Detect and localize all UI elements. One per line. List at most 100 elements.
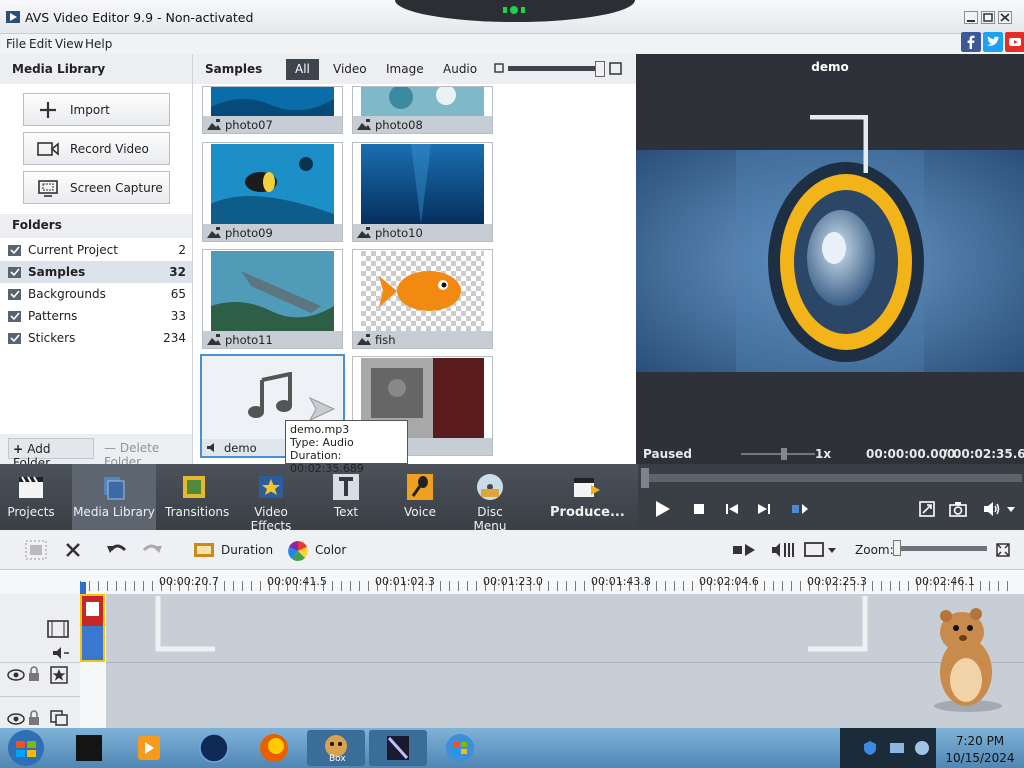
- fullscreen-icon[interactable]: [917, 499, 937, 519]
- undo-icon[interactable]: [105, 540, 129, 560]
- text-label: Text: [333, 505, 359, 519]
- effects-track-icon[interactable]: [50, 666, 68, 684]
- delete-folder-button[interactable]: — Delete Folder: [100, 438, 188, 469]
- lock-icon[interactable]: [27, 666, 41, 682]
- timeline-zoom-thumb[interactable]: [893, 540, 901, 556]
- menu-help[interactable]: Help: [85, 37, 112, 51]
- screen-capture-label: Screen Capture: [70, 181, 163, 195]
- lock-icon[interactable]: [27, 710, 41, 726]
- close-icon: [1000, 13, 1010, 22]
- seek-thumb[interactable]: [641, 468, 649, 488]
- video-clip[interactable]: [80, 594, 105, 662]
- task-hamster-box[interactable]: Box: [307, 730, 365, 766]
- disc-menu-button[interactable]: Disc Menu: [462, 464, 518, 533]
- volume-icon[interactable]: [982, 499, 1002, 519]
- speed-slider-thumb[interactable]: [781, 448, 787, 460]
- ruler-ticks: [80, 581, 1010, 591]
- produce-button[interactable]: Produce...: [550, 464, 625, 530]
- split-icon[interactable]: [790, 499, 810, 519]
- audio-mute-icon[interactable]: [52, 646, 70, 660]
- volume-dropdown-icon[interactable]: [1004, 499, 1018, 519]
- tooltip-filename: demo.mp3: [290, 423, 350, 436]
- seek-bar[interactable]: [642, 474, 1022, 482]
- delete-x-icon[interactable]: [63, 540, 83, 560]
- minimize-button[interactable]: [964, 11, 978, 24]
- next-frame-icon[interactable]: [754, 499, 774, 519]
- tab-audio[interactable]: Audio: [434, 59, 486, 80]
- taskbar-clock[interactable]: 7:20 PM 10/15/2024: [940, 733, 1020, 767]
- task-dark-cube-icon[interactable]: [60, 730, 118, 766]
- close-button[interactable]: [998, 11, 1012, 24]
- folder-current-project[interactable]: Current Project 2: [0, 239, 192, 261]
- media-item-photo11[interactable]: photo11: [202, 249, 343, 349]
- task-globe-icon[interactable]: [185, 730, 243, 766]
- storyboard-toggle-icon[interactable]: [25, 540, 47, 560]
- snapshot-camera-icon[interactable]: [948, 499, 968, 519]
- media-item-photo08[interactable]: photo08: [352, 86, 493, 134]
- folder-samples[interactable]: Samples 32: [0, 261, 192, 283]
- import-button[interactable]: Import: [23, 93, 170, 126]
- record-video-button[interactable]: Record Video: [23, 132, 170, 165]
- timeline-tracks[interactable]: [0, 594, 1024, 728]
- timeline-zoom-slider[interactable]: [894, 546, 987, 551]
- folder-stickers[interactable]: Stickers 234: [0, 327, 192, 349]
- youtube-icon[interactable]: [1005, 32, 1024, 52]
- twitter-icon[interactable]: [983, 32, 1003, 52]
- tab-all[interactable]: All: [286, 59, 319, 80]
- tray-network-icon[interactable]: [888, 740, 906, 756]
- media-item-photo10[interactable]: photo10: [352, 142, 493, 242]
- maximize-button[interactable]: [981, 11, 995, 24]
- film-stack-icon: [104, 477, 125, 500]
- folder-backgrounds[interactable]: Backgrounds 65: [0, 283, 192, 305]
- tray-shield-icon[interactable]: [862, 740, 878, 756]
- task-media-player-icon[interactable]: [120, 730, 178, 766]
- playhead-marker[interactable]: [80, 582, 86, 594]
- tab-image[interactable]: Image: [377, 59, 433, 80]
- video-track-icon[interactable]: [47, 620, 69, 638]
- add-folder-button[interactable]: + Add Folder: [8, 438, 94, 470]
- fit-timeline-icon[interactable]: [995, 542, 1011, 558]
- task-firefox-icon[interactable]: [245, 730, 303, 766]
- overlay-track-icon[interactable]: [50, 710, 68, 726]
- screen-capture-button[interactable]: Screen Capture: [23, 171, 170, 204]
- task-video-editor-icon[interactable]: [369, 730, 427, 766]
- facebook-icon[interactable]: [961, 32, 981, 52]
- visibility-eye-icon[interactable]: [7, 712, 25, 726]
- tab-video[interactable]: Video: [324, 59, 376, 80]
- menu-file[interactable]: File: [6, 37, 26, 51]
- speaker-preview-image[interactable]: [636, 150, 1024, 372]
- audio-mixer-icon[interactable]: [770, 540, 796, 560]
- media-item-photo09[interactable]: photo09: [202, 142, 343, 242]
- stop-icon[interactable]: [689, 499, 709, 519]
- media-library-button[interactable]: Media Library: [72, 464, 156, 530]
- media-caption: fish: [353, 331, 492, 348]
- visibility-eye-icon[interactable]: [7, 668, 25, 682]
- menu-edit[interactable]: Edit: [29, 37, 52, 51]
- thumbnail-size-thumb[interactable]: [595, 61, 605, 77]
- redo-icon[interactable]: [140, 540, 164, 560]
- start-button-icon[interactable]: [6, 729, 46, 767]
- small-size-icon[interactable]: [494, 63, 504, 73]
- speed-slider[interactable]: [741, 453, 815, 455]
- play-icon[interactable]: [652, 499, 672, 519]
- media-item-photo07[interactable]: photo07: [202, 86, 343, 134]
- large-size-icon[interactable]: [609, 62, 622, 75]
- coral-photo: [361, 87, 484, 117]
- projects-button[interactable]: Projects: [0, 464, 62, 530]
- tray-clock-icon[interactable]: [914, 740, 930, 756]
- color-label: Color: [315, 543, 347, 557]
- folder-patterns[interactable]: Patterns 33: [0, 305, 192, 327]
- window-title: AVS Video Editor 9.9 - Non-activated: [25, 10, 254, 25]
- timeline-ruler[interactable]: 00:00:20.7 00:00:41.5 00:01:02.3 00:01:2…: [0, 570, 1024, 594]
- previous-frame-icon[interactable]: [722, 499, 742, 519]
- color-button[interactable]: Color: [287, 540, 357, 562]
- transitions-icon: [183, 476, 205, 498]
- transitions-button[interactable]: Transitions: [165, 464, 229, 530]
- menu-view[interactable]: View: [55, 37, 83, 51]
- media-item-fish[interactable]: fish: [352, 249, 493, 349]
- aspect-ratio-dropdown-icon[interactable]: [803, 540, 837, 560]
- task-windows-flag-icon[interactable]: [431, 730, 489, 766]
- thumbnail-size-slider[interactable]: [508, 66, 604, 71]
- duration-button[interactable]: Duration: [193, 540, 273, 562]
- split-clip-icon[interactable]: [731, 540, 757, 560]
